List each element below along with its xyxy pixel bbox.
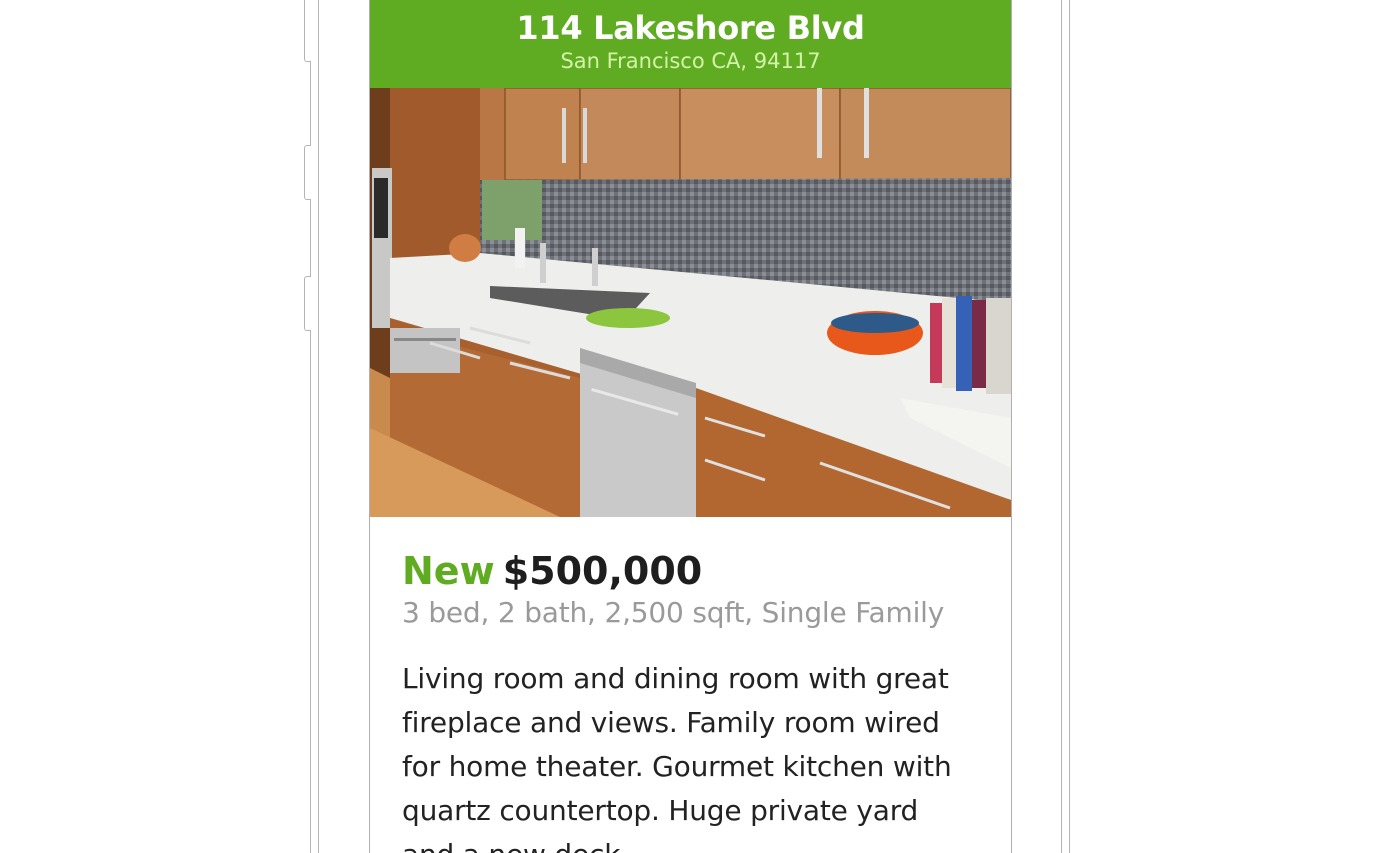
listing-facts: 3 bed, 2 bath, 2,500 sqft, Single Family — [402, 596, 945, 629]
phone-mute-switch — [304, 0, 311, 62]
listing-details: New $500,000 3 bed, 2 bath, 2,500 sqft, S… — [370, 517, 1011, 853]
phone-volume-up-button — [304, 145, 311, 200]
price-line: New $500,000 — [402, 547, 979, 595]
status-badge: New — [402, 549, 495, 593]
listing-address: 114 Lakeshore Blvd — [516, 9, 865, 47]
listing-city: San Francisco CA, 94117 — [560, 49, 821, 73]
phone-frame-right-outer — [1069, 0, 1070, 853]
phone-frame-left-inner — [318, 0, 319, 853]
listing-screen[interactable]: 114 Lakeshore Blvd San Francisco CA, 941… — [369, 0, 1012, 853]
listing-description: Living room and dining room with great f… — [402, 662, 952, 853]
listing-header: 114 Lakeshore Blvd San Francisco CA, 941… — [370, 0, 1011, 88]
phone-frame-right-inner — [1061, 0, 1062, 853]
page: 114 Lakeshore Blvd San Francisco CA, 941… — [0, 0, 1380, 853]
listing-photo[interactable] — [370, 88, 1011, 517]
phone-frame-left-outer — [310, 0, 311, 853]
phone-volume-down-button — [304, 276, 311, 331]
listing-price: $500,000 — [502, 549, 703, 593]
